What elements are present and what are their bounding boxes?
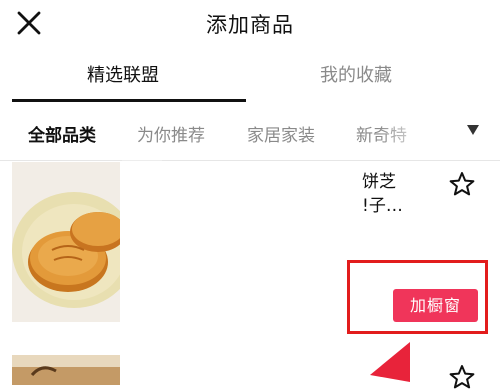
tab-active-indicator — [12, 99, 246, 102]
highlight-annotation-box — [347, 260, 488, 334]
star-icon[interactable] — [449, 364, 475, 390]
category-fade — [378, 110, 458, 154]
star-icon[interactable] — [449, 171, 475, 197]
product-title-line1[interactable]: 饼芝 — [362, 170, 396, 194]
divider — [122, 160, 162, 161]
tab-selected-alliance[interactable]: 精选联盟 — [87, 61, 159, 87]
category-home[interactable]: 家居家装 — [247, 121, 315, 146]
arrow-pointer-icon — [370, 342, 410, 382]
product-image-mooncake[interactable] — [12, 162, 120, 322]
dropdown-triangle-icon[interactable] — [466, 124, 480, 136]
category-all[interactable]: 全部品类 — [28, 121, 96, 146]
category-recommended[interactable]: 为你推荐 — [137, 121, 205, 146]
product-title-line2[interactable]: !子… — [362, 194, 403, 218]
tab-my-favorites[interactable]: 我的收藏 — [320, 61, 392, 87]
page-title: 添加商品 — [206, 13, 294, 37]
product-image[interactable] — [12, 355, 120, 385]
